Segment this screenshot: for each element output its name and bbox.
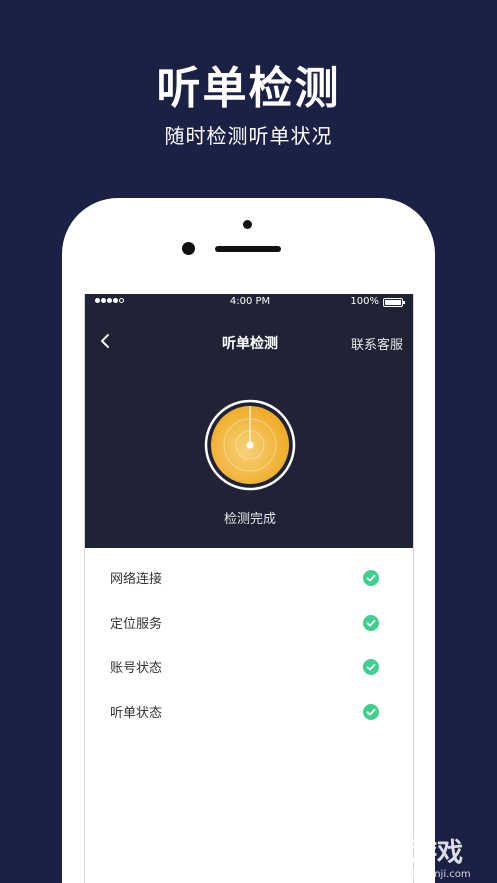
- promo-subtitle: 随时检测听单状况: [164, 124, 333, 148]
- check-item-label: 账号状态: [110, 661, 163, 676]
- speaker-icon: [215, 246, 281, 252]
- check-item-listening: 听单状态: [85, 682, 413, 727]
- watermark-logo-number: 91: [355, 827, 411, 873]
- watermark-logo: 91 游戏 91danji.com: [354, 826, 471, 880]
- check-circle-icon: [363, 614, 379, 631]
- promo-title: 听单检测: [156, 63, 341, 114]
- status-bar: 4:00 PM 100%: [85, 294, 413, 312]
- check-item-label: 听单状态: [110, 705, 163, 721]
- check-item-label: 定位服务: [110, 616, 163, 632]
- nav-bar: 听单检测 联系客服: [85, 324, 413, 360]
- check-circle-icon: [363, 570, 379, 586]
- battery-icon: [383, 298, 405, 307]
- check-item-location: 定位服务: [85, 593, 413, 638]
- phone-frame: 4:00 PM 100% 听单检测 联系客服 检测完成 网络连接 定位服务 账号…: [62, 198, 435, 883]
- radar-icon: [203, 398, 297, 492]
- check-item-account: 账号状态: [85, 637, 413, 682]
- app-screen: 4:00 PM 100% 听单检测 联系客服 检测完成 网络连接 定位服务 账号…: [84, 294, 414, 883]
- contact-support-button[interactable]: 联系客服: [351, 334, 403, 353]
- battery-percent: 100%: [350, 296, 379, 307]
- check-circle-icon: [363, 659, 379, 675]
- header-panel: 4:00 PM 100% 听单检测 联系客服 检测完成: [85, 294, 413, 548]
- check-status-text: 检测完成: [223, 512, 276, 527]
- watermark-domain: 91danji.com: [409, 869, 471, 880]
- check-circle-icon: [363, 703, 379, 720]
- front-sensor-icon: [182, 242, 195, 255]
- watermark-logo-text: 游戏: [411, 838, 463, 868]
- camera-icon: [243, 220, 252, 229]
- check-item-label: 网络连接: [110, 572, 163, 587]
- check-list: 网络连接 定位服务 账号状态 听单状态: [85, 548, 413, 727]
- check-item-network: 网络连接: [85, 548, 413, 593]
